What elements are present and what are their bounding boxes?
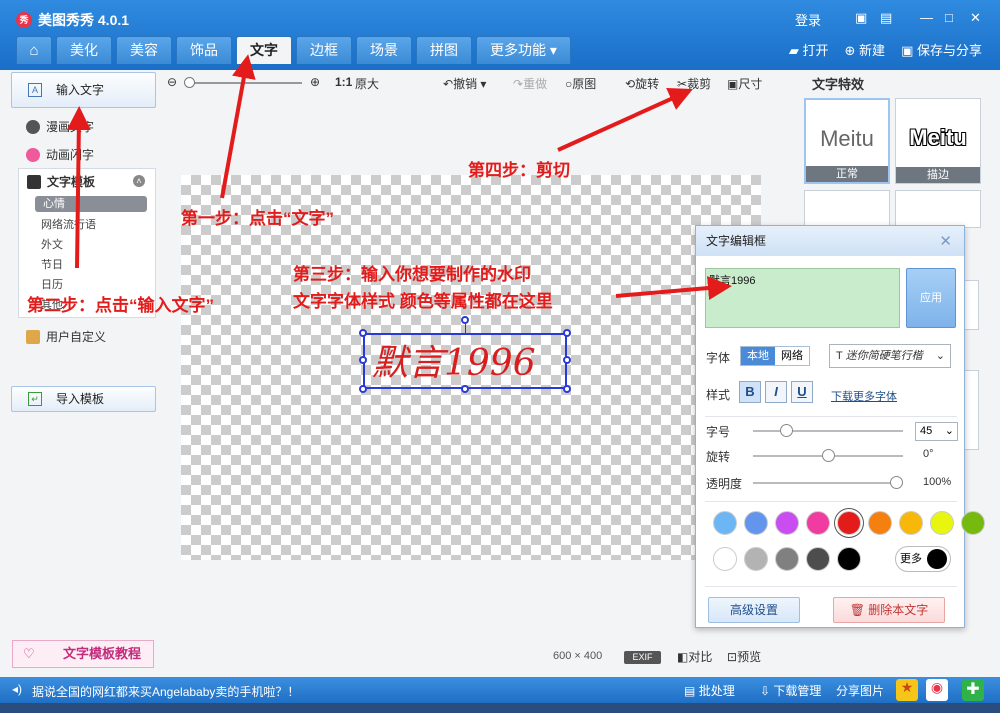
annotation-arrows xyxy=(66,54,732,300)
arrow-step2 xyxy=(66,106,91,269)
app-window: 秀 美图秀秀 4.0.1 登录 ▣ ▤ — □ ✕ ⌂ 美化 美容 饰品 文字 … xyxy=(0,0,1000,713)
arrow-step4 xyxy=(557,88,693,152)
arrow-step3 xyxy=(615,276,732,300)
arrow-step1 xyxy=(220,54,256,199)
